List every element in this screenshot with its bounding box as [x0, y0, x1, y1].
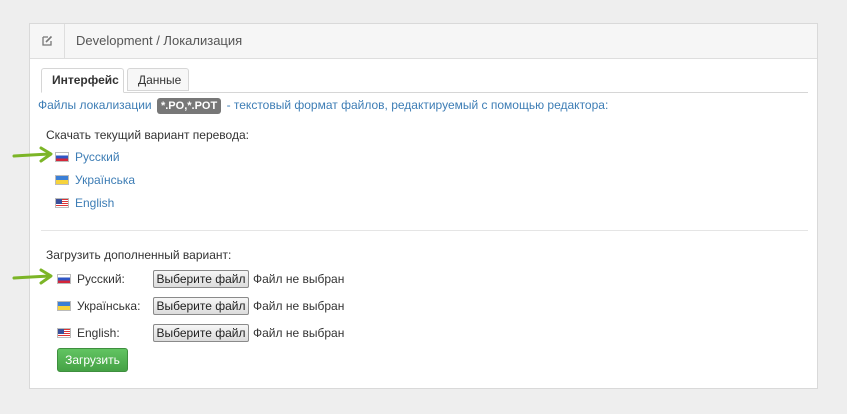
upload-label-text: Українська:	[77, 299, 141, 313]
ua-flag-icon	[57, 301, 71, 311]
page-title: Development / Локализация	[76, 33, 243, 48]
upload-section-label: Загрузить дополненный вариант:	[46, 248, 232, 262]
tab-bar: Интерфейс Данные	[41, 68, 808, 93]
download-link-label: Українська	[75, 173, 136, 187]
choose-file-button[interactable]: Выберите файл	[153, 297, 249, 315]
download-link-label: Русский	[75, 150, 120, 164]
choose-file-button[interactable]: Выберите файл	[153, 270, 249, 288]
info-prefix: Файлы локализации	[38, 98, 152, 112]
download-link-english[interactable]: English	[55, 195, 114, 211]
choose-file-button[interactable]: Выберите файл	[153, 324, 249, 342]
download-link-russian[interactable]: Русский	[55, 149, 120, 165]
download-section-label: Скачать текущий вариант перевода:	[46, 128, 249, 142]
file-status: Файл не выбран	[253, 272, 345, 286]
info-line: Файлы локализации *.PO,*.POT - текстовый…	[38, 98, 608, 114]
ua-flag-icon	[55, 175, 69, 185]
file-status: Файл не выбран	[253, 326, 345, 340]
download-link-ukrainian[interactable]: Українська	[55, 172, 135, 188]
upload-label-text: Русский:	[77, 272, 125, 286]
ru-flag-icon	[55, 152, 69, 162]
format-badge: *.PO,*.POT	[156, 98, 222, 114]
info-suffix: - текстовый формат файлов, редактируемый…	[226, 98, 609, 112]
us-flag-icon	[57, 328, 71, 338]
download-link-label: English	[75, 196, 115, 210]
upload-label: English:	[57, 324, 120, 342]
annotation-arrow-icon	[12, 146, 53, 163]
ru-flag-icon	[57, 274, 71, 284]
section-divider	[41, 230, 808, 231]
file-status: Файл не выбран	[253, 299, 345, 313]
upload-label: Українська:	[57, 297, 140, 315]
localization-panel: Development / Локализация Интерфейс Данн…	[29, 23, 818, 389]
annotation-arrow-icon	[12, 268, 53, 285]
edit-icon	[30, 24, 65, 58]
tab-data[interactable]: Данные	[127, 68, 189, 91]
upload-label-text: English:	[77, 326, 120, 340]
tab-interface[interactable]: Интерфейс	[41, 68, 124, 93]
us-flag-icon	[55, 198, 69, 208]
upload-submit-button[interactable]: Загрузить	[57, 348, 128, 372]
upload-label: Русский:	[57, 270, 125, 288]
panel-header: Development / Локализация	[30, 24, 817, 59]
